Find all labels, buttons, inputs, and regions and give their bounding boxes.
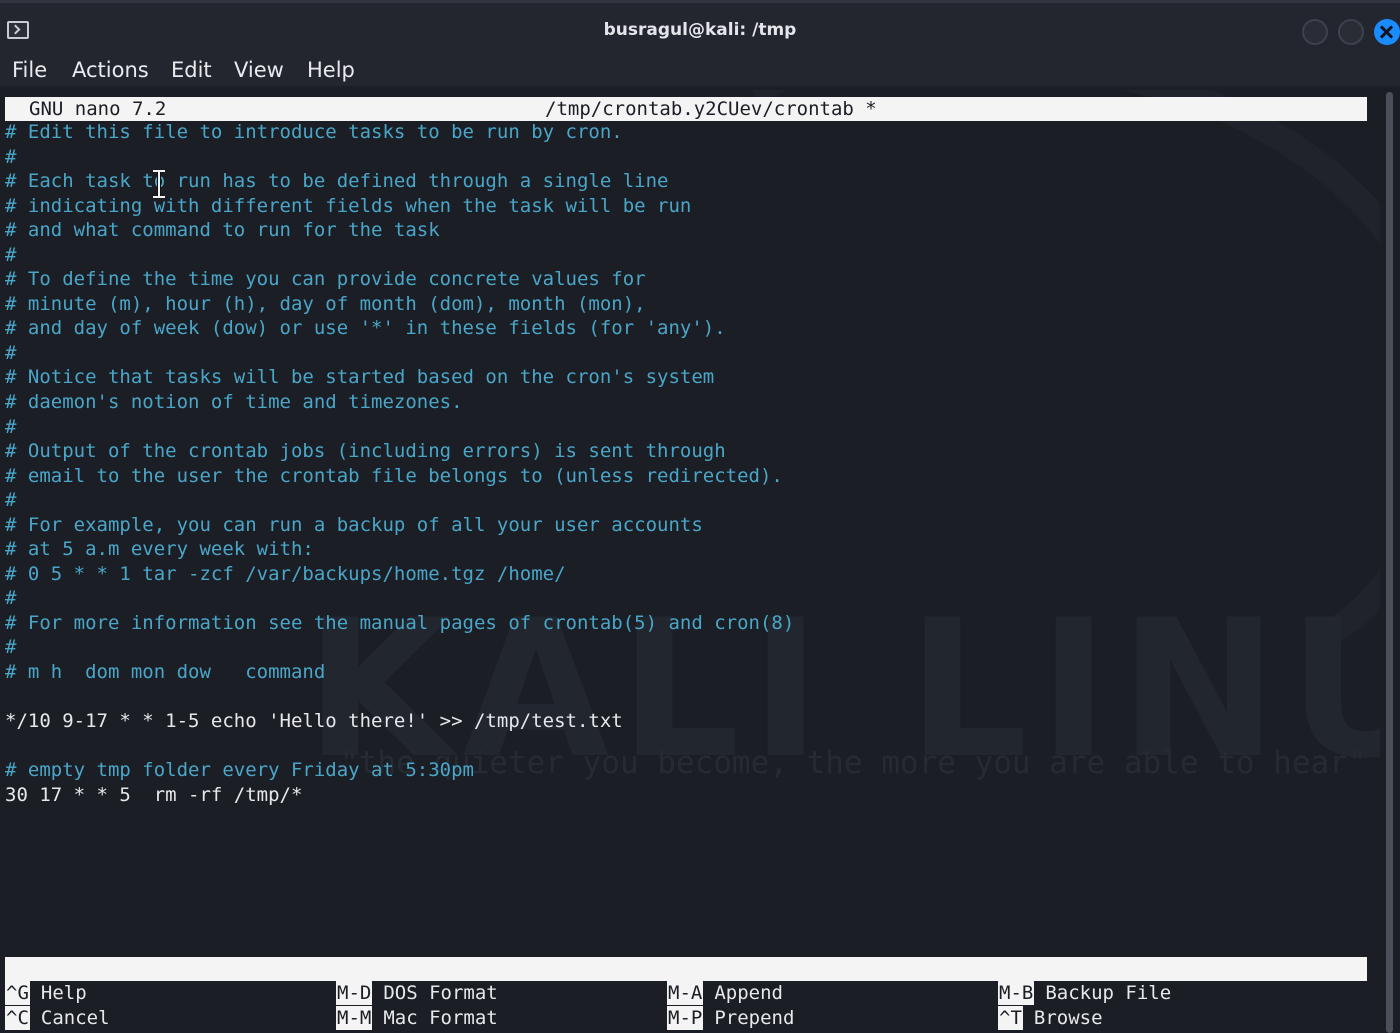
shortcut-label: Cancel: [40, 1006, 110, 1029]
comment-line: # Each task to run has to be defined thr…: [5, 170, 669, 193]
maximize-button[interactable]: [1338, 19, 1364, 45]
shortcut-label: DOS Format: [383, 982, 498, 1004]
shortcut-key: ^T: [998, 1005, 1023, 1030]
blank-line: [5, 734, 794, 759]
code-line: 30 17 * * 5 rm -rf /tmp/*: [5, 783, 303, 806]
shortcut-label: Help: [40, 982, 87, 1004]
title-bar[interactable]: busragul@kali: /tmp: [0, 0, 1400, 56]
terminal-area[interactable]: KALI LINUX "the quieter you become, the …: [0, 90, 1380, 1033]
window-title: busragul@kali: /tmp: [603, 20, 797, 40]
comment-line: # empty tmp folder every Friday at 5:30p…: [5, 759, 474, 782]
comment-line: # Notice that tasks will be started base…: [5, 366, 715, 389]
shortcut-label: Append: [714, 982, 783, 1004]
close-button[interactable]: [1374, 19, 1400, 45]
comment-line: # Output of the crontab jobs (including …: [5, 440, 726, 463]
comment-line: # and day of week (dow) or use '*' in th…: [5, 317, 726, 340]
write-prompt[interactable]: File Name to Write: /tmp/crontab.y2CUev/…: [5, 957, 1367, 1004]
shortcut-bar: ^G Help ^C Cancel M-D DOS Format M-M Mac Format…: [5, 981, 1375, 1033]
comment-line: # and what command to run for the task: [5, 219, 440, 242]
shortcut-key: M-D: [336, 981, 373, 1005]
shortcut-key: M-B: [998, 981, 1035, 1005]
comment-line: #: [5, 341, 17, 364]
menu-edit[interactable]: Edit: [171, 58, 212, 82]
code-line: */10 9-17 * * 1-5 echo 'Hello there!' >>…: [5, 710, 623, 733]
comment-line: #: [5, 489, 17, 512]
shortcut-label: Backup File: [1045, 982, 1172, 1004]
shortcut-backup-file[interactable]: M-B Backup File: [998, 981, 1171, 1005]
comment-line: # To define the time you can provide con…: [5, 268, 646, 291]
shortcut-prepend[interactable]: M-P Prepend: [667, 1005, 795, 1030]
comment-line: # For more information see the manual pa…: [5, 611, 795, 634]
shortcut-mac-format[interactable]: M-M Mac Format: [336, 1005, 498, 1030]
menu-view[interactable]: View: [234, 58, 284, 82]
comment-line: #: [5, 243, 17, 266]
menu-help[interactable]: Help: [307, 58, 355, 82]
nano-header: GNU nano 7.2 /tmp/crontab.y2CUev/crontab…: [5, 97, 1367, 121]
shortcut-label: Mac Format: [383, 1006, 498, 1029]
shortcut-label: Prepend: [714, 1006, 795, 1029]
comment-line: # email to the user the crontab file bel…: [5, 464, 783, 487]
comment-line: # Edit this file to introduce tasks to b…: [5, 121, 623, 143]
shortcut-help[interactable]: ^G Help: [5, 981, 87, 1005]
shortcut-key: ^G: [5, 981, 30, 1005]
shortcut-key: ^C: [5, 1005, 30, 1030]
editor-buffer[interactable]: # Edit this file to introduce tasks to b…: [5, 120, 794, 807]
shortcut-key: M-P: [667, 1005, 704, 1030]
shortcut-label: Browse: [1033, 1006, 1103, 1029]
shortcut-cancel[interactable]: ^C Cancel: [5, 1005, 110, 1030]
terminal-window: busragul@kali: /tmp File Actions Edit Vi…: [0, 0, 1400, 1033]
menu-bar: File Actions Edit View Help: [0, 56, 1400, 86]
nano-version: GNU nano 7.2: [29, 98, 167, 120]
comment-line: # For example, you can run a backup of a…: [5, 513, 703, 536]
comment-line: #: [5, 415, 17, 438]
comment-line: #: [5, 636, 17, 659]
minimize-button[interactable]: [1302, 19, 1328, 45]
shortcut-dos-format[interactable]: M-D DOS Format: [336, 981, 498, 1005]
comment-line: # m h dom mon dow command: [5, 661, 326, 684]
scrollbar-thumb[interactable]: [1386, 92, 1393, 1033]
comment-line: #: [5, 145, 17, 168]
shortcut-key: M-M: [336, 1005, 373, 1030]
shortcut-browse[interactable]: ^T Browse: [998, 1005, 1103, 1030]
blank-line: [5, 685, 794, 710]
shortcut-key: M-A: [667, 981, 704, 1005]
comment-line: # at 5 a.m every week with:: [5, 538, 314, 561]
comment-line: #: [5, 587, 17, 610]
comment-line: # 0 5 * * 1 tar -zcf /var/backups/home.t…: [5, 562, 566, 585]
menu-actions[interactable]: Actions: [72, 58, 149, 82]
comment-line: # minute (m), hour (h), day of month (do…: [5, 292, 646, 315]
comment-line: # indicating with different fields when …: [5, 194, 692, 217]
comment-line: # daemon's notion of time and timezones.: [5, 391, 463, 414]
menu-file[interactable]: File: [12, 58, 47, 82]
shortcut-append[interactable]: M-A Append: [667, 981, 783, 1005]
nano-file-path: /tmp/crontab.y2CUev/crontab *: [545, 98, 877, 120]
